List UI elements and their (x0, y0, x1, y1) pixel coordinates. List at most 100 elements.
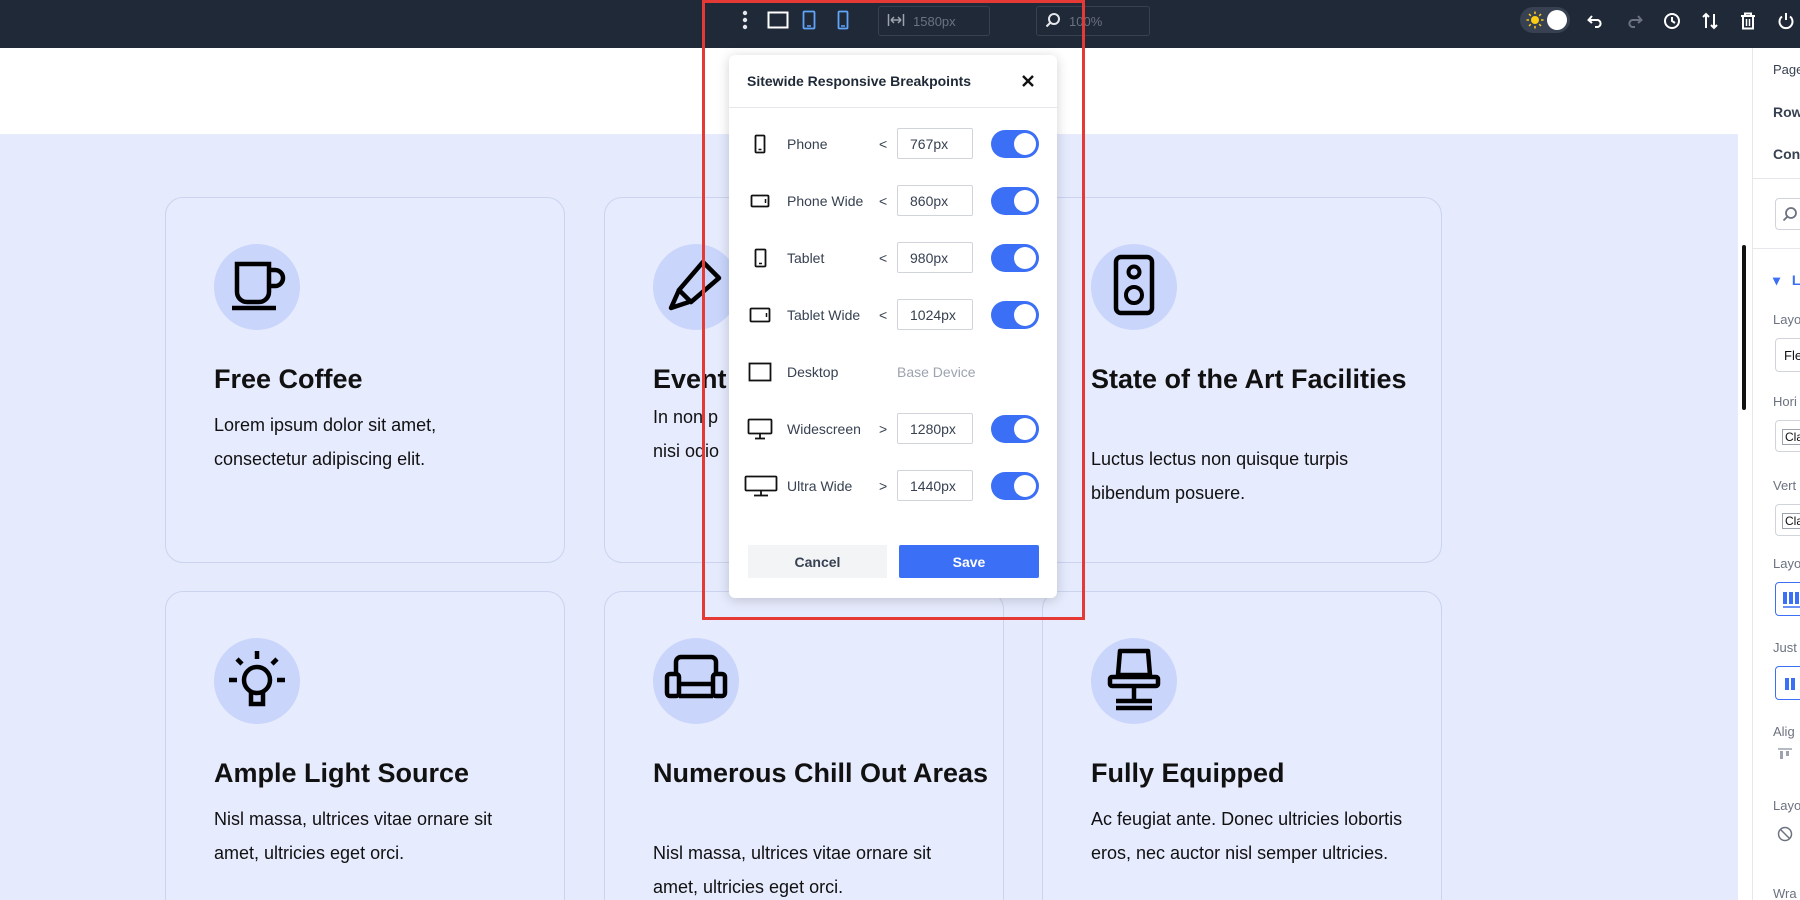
breakpoint-operator: < (879, 307, 887, 323)
breadcrumb-page[interactable]: Page (1773, 62, 1800, 77)
breakpoint-widescreen-toggle[interactable] (991, 415, 1039, 443)
vertical-select[interactable]: Cla (1775, 504, 1800, 536)
card-text: Nisl massa, ultrices vitae ornare sit am… (653, 836, 973, 900)
wide-monitor-icon (743, 473, 779, 499)
breakpoint-row-tablet: Tablet < (729, 241, 1057, 275)
breakpoint-tablet-input[interactable] (897, 242, 973, 273)
horizontal-select[interactable]: Cla (1775, 420, 1800, 452)
breakpoint-tablet-wide-toggle[interactable] (991, 301, 1039, 329)
modal-title: Sitewide Responsive Breakpoints (747, 73, 971, 89)
history-icon[interactable] (1660, 10, 1684, 32)
phone-icon (745, 131, 775, 157)
toggle-knob (1014, 418, 1036, 440)
zoom-value: 100% (1069, 14, 1102, 29)
breakpoint-widescreen-input[interactable] (897, 413, 973, 444)
cancel-button[interactable]: Cancel (748, 545, 887, 578)
toggle-knob (1014, 247, 1036, 269)
breadcrumb-container[interactable]: Con (1773, 146, 1800, 162)
breakpoint-label: Ultra Wide (787, 478, 852, 494)
office-chair-icon (1106, 647, 1162, 716)
modal-header: Sitewide Responsive Breakpoints (729, 55, 1057, 108)
canvas-scrollbar[interactable] (1742, 245, 1746, 410)
breakpoint-phone-input[interactable] (897, 128, 973, 159)
trash-icon[interactable] (1736, 10, 1760, 32)
breakpoint-operator: < (879, 193, 887, 209)
close-icon[interactable] (1017, 70, 1039, 92)
icon-circle (214, 244, 300, 330)
divider (1753, 248, 1800, 249)
theme-toggle-knob (1547, 10, 1567, 30)
sofa-icon (664, 654, 728, 709)
breakpoint-phone-toggle[interactable] (991, 130, 1039, 158)
lightbulb-icon (227, 648, 287, 715)
horizontal-label: Hori (1773, 394, 1797, 409)
breakpoint-label: Tablet Wide (787, 307, 860, 323)
breakpoint-phone-wide-toggle[interactable] (991, 187, 1039, 215)
card-text: Lorem ipsum dolor sit amet, consectetur … (214, 408, 534, 476)
feature-card[interactable]: Fully Equipped Ac feugiat ante. Donec ul… (1042, 591, 1442, 900)
zoom-field[interactable]: 100% (1036, 6, 1150, 36)
breadcrumb-row[interactable]: Row (1773, 104, 1800, 120)
layout-group-label: L (1792, 272, 1800, 288)
breakpoint-tablet-toggle[interactable] (991, 244, 1039, 272)
settings-search-input[interactable] (1775, 198, 1800, 230)
layout-select-value: Fle (1784, 348, 1800, 363)
undo-icon[interactable] (1584, 10, 1608, 32)
toggle-knob (1014, 475, 1036, 497)
no-wrap-icon[interactable] (1777, 826, 1793, 845)
card-text: Ac feugiat ante. Donec ultricies loborti… (1091, 802, 1411, 870)
feature-card[interactable]: Free Coffee Lorem ipsum dolor sit amet, … (165, 197, 565, 563)
responsive-breakpoints-modal: Sitewide Responsive Breakpoints Phone < … (729, 55, 1057, 598)
justify-start-icon (1784, 677, 1798, 696)
sort-arrows-icon[interactable] (1698, 10, 1722, 32)
breakpoint-operator: > (879, 478, 887, 494)
breakpoint-operator: < (879, 136, 887, 152)
theme-toggle[interactable] (1520, 7, 1570, 33)
align-top-icon[interactable] (1777, 748, 1793, 765)
breakpoint-tablet-wide-input[interactable] (897, 299, 973, 330)
search-icon (1782, 206, 1798, 227)
zoom-icon (1045, 12, 1061, 31)
breakpoint-label: Widescreen (787, 421, 861, 437)
layout-wrap-label: Layo (1773, 798, 1800, 813)
more-options-icon[interactable] (735, 8, 755, 32)
breakpoint-ultra-wide-input[interactable] (897, 470, 973, 501)
card-text: Luctus lectus non quisque turpis bibendu… (1091, 442, 1411, 510)
redo-icon[interactable] (1622, 10, 1646, 32)
justify-buttons[interactable] (1775, 666, 1800, 700)
wrap-label: Wra (1773, 886, 1797, 900)
card-title: Numerous Chill Out Areas (653, 756, 993, 790)
canvas-width-field[interactable]: 1580px (878, 6, 990, 36)
toggle-knob (1014, 190, 1036, 212)
toggle-knob (1014, 304, 1036, 326)
card-title: Free Coffee (214, 362, 554, 396)
breakpoint-row-ultra-wide: Ultra Wide > (729, 469, 1057, 503)
breakpoint-ultra-wide-toggle[interactable] (991, 472, 1039, 500)
card-title: Ample Light Source (214, 756, 554, 790)
tablet-landscape-icon (745, 302, 775, 328)
breakpoint-phone-wide-input[interactable] (897, 185, 973, 216)
breakpoint-row-tablet-wide: Tablet Wide < (729, 298, 1057, 332)
tablet-view-icon[interactable] (798, 8, 820, 32)
coffee-cup-icon (227, 258, 287, 317)
save-button[interactable]: Save (899, 545, 1039, 578)
breakpoint-row-phone: Phone < (729, 127, 1057, 161)
layout-direction-buttons[interactable] (1775, 582, 1800, 616)
breakpoint-row-phone-wide: Phone Wide < (729, 184, 1057, 218)
phone-landscape-icon (745, 188, 775, 214)
power-icon[interactable] (1774, 10, 1798, 32)
breakpoint-operator: > (879, 421, 887, 437)
width-arrows-icon (887, 13, 905, 30)
phone-view-icon[interactable] (832, 8, 854, 32)
desktop-view-icon[interactable] (765, 8, 791, 32)
breakpoint-row-desktop: Desktop Base Device (729, 355, 1057, 389)
layout-label: Layo (1773, 312, 1800, 327)
feature-card[interactable]: Numerous Chill Out Areas Nisl massa, ult… (604, 591, 1004, 900)
layout-group-toggle[interactable]: ▾ L (1773, 272, 1800, 289)
vertical-select-value: Cla (1782, 513, 1800, 529)
card-title: Fully Equipped (1091, 756, 1431, 790)
feature-card[interactable]: State of the Art Facilities Luctus lectu… (1042, 197, 1442, 563)
layout-select[interactable]: Fle (1775, 338, 1800, 372)
breakpoint-label: Phone (787, 136, 827, 152)
feature-card[interactable]: Ample Light Source Nisl massa, ultrices … (165, 591, 565, 900)
